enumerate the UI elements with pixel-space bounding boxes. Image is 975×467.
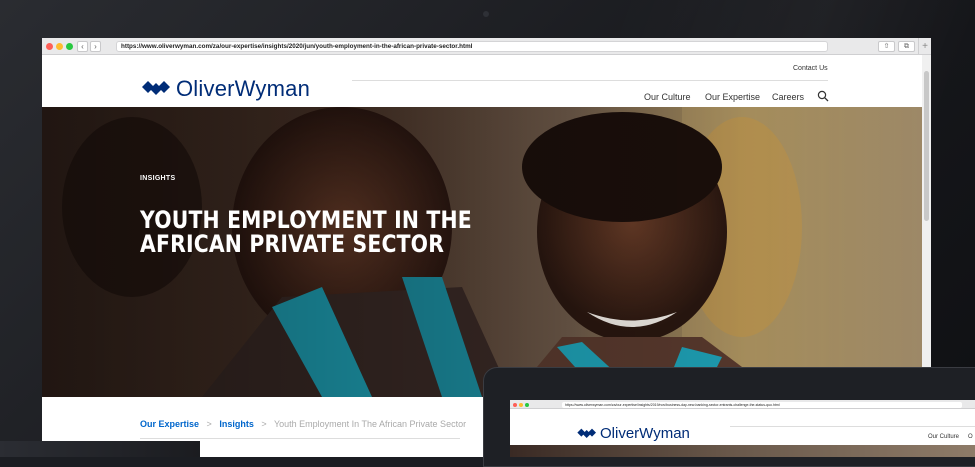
header-divider xyxy=(730,426,975,427)
hero-banner: INSIGHTS YOUTH EMPLOYMENT IN THE AFRICAN… xyxy=(42,107,922,397)
breadcrumb: Our Expertise > Insights > Youth Employm… xyxy=(140,419,466,429)
back-button[interactable]: ‹ xyxy=(77,41,88,52)
second-laptop-edge xyxy=(0,441,200,457)
second-site-logo[interactable]: OliverWyman xyxy=(576,425,690,442)
new-tab-button[interactable]: + xyxy=(918,38,931,55)
breadcrumb-separator: > xyxy=(261,419,267,429)
site-header: OliverWyman Contact Us Our Culture Our E… xyxy=(42,55,922,107)
nav-our-expertise[interactable]: Our Expertise xyxy=(705,92,760,102)
breadcrumb-separator: > xyxy=(206,419,212,429)
logo-text: OliverWyman xyxy=(176,76,311,101)
maximize-window-button[interactable] xyxy=(525,402,529,407)
share-button[interactable]: ⇧ xyxy=(878,41,895,52)
header-divider xyxy=(352,80,828,81)
minimize-window-button[interactable] xyxy=(56,43,63,50)
address-bar[interactable]: https://www.oliverwyman.com/za/our-exper… xyxy=(116,41,828,52)
oliver-wyman-logo-icon xyxy=(142,81,170,95)
second-address-bar[interactable]: https://www.oliverwyman.com/za/our-exper… xyxy=(562,401,962,408)
nav-our-culture[interactable]: Our Culture xyxy=(644,92,691,102)
tabs-button[interactable]: ⧉ xyxy=(898,41,915,52)
camera xyxy=(483,11,489,17)
maximize-window-button[interactable] xyxy=(66,43,73,50)
close-window-button[interactable] xyxy=(513,402,517,407)
site-logo[interactable]: OliverWyman xyxy=(140,76,311,101)
scrollbar-thumb[interactable] xyxy=(924,71,929,221)
nav-partial-item[interactable]: O xyxy=(968,434,973,440)
logo-text: OliverWyman xyxy=(600,425,690,442)
breadcrumb-current: Youth Employment In The African Private … xyxy=(273,419,467,429)
minimize-window-button[interactable] xyxy=(519,402,523,407)
breadcrumb-our-expertise[interactable]: Our Expertise xyxy=(140,419,199,429)
page-title: YOUTH EMPLOYMENT IN THE AFRICAN PRIVATE … xyxy=(140,206,472,258)
search-icon[interactable] xyxy=(817,90,829,102)
second-browser-toolbar: https://www.oliverwyman.com/za/our-exper… xyxy=(510,400,975,409)
second-hero-banner xyxy=(510,445,975,457)
breadcrumb-insights[interactable]: Insights xyxy=(219,419,254,429)
close-window-button[interactable] xyxy=(46,43,53,50)
breadcrumb-divider xyxy=(140,438,460,439)
nav-careers[interactable]: Careers xyxy=(772,92,804,102)
hero-eyebrow: INSIGHTS xyxy=(140,175,176,182)
forward-button[interactable]: › xyxy=(90,41,101,52)
contact-us-link[interactable]: Contact Us xyxy=(793,65,828,72)
second-browser-window: https://www.oliverwyman.com/za/our-exper… xyxy=(510,400,975,457)
browser-toolbar: ‹ › https://www.oliverwyman.com/za/our-e… xyxy=(42,38,931,55)
laptop-frame: ‹ › https://www.oliverwyman.com/za/our-e… xyxy=(0,0,975,467)
oliver-wyman-logo-icon xyxy=(577,428,596,438)
nav-our-culture[interactable]: Our Culture xyxy=(928,434,959,440)
